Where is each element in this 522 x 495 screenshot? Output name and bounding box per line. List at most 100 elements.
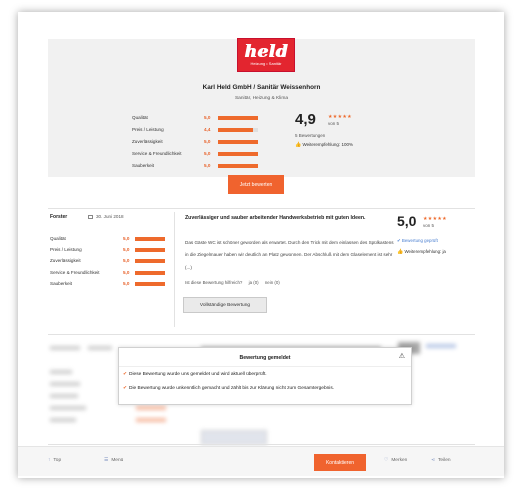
criteria-row: Zuverlässigkeit 5,0 [132,137,282,149]
criteria-bar [218,116,258,120]
summary-recommendation-text: Weiterempfehlung: 100% [302,142,353,147]
full-review-button[interactable]: Vollständige Bewertung [183,297,267,313]
criteria-label: Qualität [50,236,66,241]
criteria-label: Qualität [132,115,148,120]
share-icon: ⋖ [431,458,436,463]
notice-message: ✔ Die Bewertung wurde unkenntlich gemacht… [123,386,334,391]
criteria-row: Zuverlässigkeit 5,0 [50,256,170,267]
criteria-value: 5,0 [123,280,130,286]
review-date-text: 30. Juni 2018 [96,214,124,219]
criteria-label: Service & Freundlichkeit [50,269,100,275]
review-criteria-list: Qualität 5,0 Preis / Leistung 5,0 Zuverlässi… [50,234,170,290]
notice-message-text: Diese Bewertung wurde uns gemeldet und w… [129,372,267,377]
criteria-value: 5,0 [204,163,211,168]
remember-button[interactable]: ♡ Merken [384,458,407,463]
separator [48,444,475,445]
helpful-yes-link[interactable]: ja (0) [249,280,259,285]
menu-label: Menü [111,458,124,463]
remember-label: Merken [391,458,408,463]
company-logo: held Heizung • Sanitär [237,38,295,72]
top-label: Top [53,458,62,463]
criteria-row: Sauberkeit 5,0 [132,161,282,173]
summary-score-scale: von 5 [328,121,340,126]
logo-subtitle: Heizung • Sanitär [250,61,282,66]
bottom-action-bar: ↑ Top ☰ Menü Kontaktieren ♡ Merken ⋖ Teilen [18,446,504,476]
summary-criteria-list: Qualität 5,0 Preis / Leistung 4,4 Zuverlässi… [132,113,282,173]
checkmark-icon: ✔ [397,238,401,243]
criteria-bar-fill [218,140,258,144]
blur-block [50,418,76,422]
notice-title: Bewertung gemeldet [239,355,291,361]
arrow-up-icon: ↑ [48,458,51,463]
helpful-question: Ist diese Bewertung hilfreich? [185,280,243,285]
review-stars-icon: ★★★★★ [423,216,447,222]
criteria-bar [135,270,165,275]
notice-message: ✔ Diese Bewertung wurde uns gemeldet und … [123,372,267,377]
criteria-bar [135,248,165,253]
calendar-icon [88,214,93,219]
summary-stars-icon: ★★★★★ [328,114,352,120]
page-frame: held Heizung • Sanitär Karl Held GmbH / … [18,12,504,478]
criteria-bar [218,140,258,144]
criteria-bar-fill [135,270,165,275]
checkmark-icon: ✔ [123,372,128,377]
blur-block [136,406,166,410]
thumbs-up-icon: 👍 [397,249,404,255]
criteria-row: Qualität 5,0 [132,113,282,125]
criteria-value: 5,0 [123,236,130,241]
blur-block [201,430,267,445]
criteria-bar-fill [218,116,258,120]
criteria-bar-fill [218,164,258,168]
review-verified-text: Bewertung geprüft [401,238,438,243]
review-date: 30. Juni 2018 [88,214,124,219]
review-score-value: 5,0 [397,213,417,229]
review-recommendation-text: Weiterempfehlung: ja [404,249,446,254]
company-subtitle: Sanitär, Heizung & Klima [234,96,289,101]
criteria-value: 5,0 [123,258,130,264]
separator [48,208,475,209]
criteria-label: Sauberkeit [132,163,154,168]
top-button[interactable]: ↑ Top [48,458,61,463]
share-button[interactable]: ⋖ Teilen [431,458,451,463]
criteria-bar [135,259,165,264]
helpful-no-link[interactable]: nein (0) [265,280,280,285]
notice-divider [119,366,411,367]
blur-block [50,406,86,410]
review-divider [174,212,175,327]
company-name: Karl Held GmbH / Sanitär Weissenhorn [202,84,321,91]
blur-block [88,346,112,350]
criteria-value: 5,0 [204,115,211,120]
criteria-bar-fill [135,281,165,286]
criteria-value: 4,4 [204,127,211,132]
criteria-label: Zuverlässigkeit [132,139,163,144]
criteria-label: Sauberkeit [50,280,72,286]
criteria-bar [135,281,165,286]
summary-score-value: 4,9 [295,111,316,128]
notice-message-text: Die Bewertung wurde unkenntlich gemacht … [129,386,335,391]
review-verified[interactable]: ✔ Bewertung geprüft [397,238,438,244]
summary-review-count[interactable]: 5 Bewertungen [295,133,325,138]
review-recommendation: 👍 Weiterempfehlung: ja [397,249,446,255]
criteria-label: Zuverlässigkeit [50,258,81,264]
criteria-label: Preis / Leistung [132,127,164,132]
criteria-label: Service & Freundlichkeit [132,151,182,156]
review-score-scale: von 5 [423,223,435,228]
report-notice: Bewertung gemeldet ⚠ ✔ Diese Bewertung wu… [118,347,412,405]
menu-icon: ☰ [104,458,109,463]
write-review-button[interactable]: Jetzt bewerten [228,175,284,194]
criteria-bar-fill [135,248,165,253]
criteria-bar-fill [135,259,165,264]
contact-button[interactable]: Kontaktieren [314,454,366,471]
criteria-bar [218,128,258,132]
review-text: Das Gäste WC ist schöner geworden als er… [185,240,394,270]
criteria-row: Sauberkeit 5,0 [50,279,170,290]
blur-block [50,382,80,386]
criteria-bar [218,164,258,168]
menu-button[interactable]: ☰ Menü [104,458,123,463]
summary-recommendation: 👍 Weiterempfehlung: 100% [295,142,353,148]
company-header-card: held Heizung • Sanitär Karl Held GmbH / … [48,38,475,177]
blur-block [50,346,80,350]
criteria-row: Service & Freundlichkeit 5,0 [132,149,282,161]
criteria-row: Preis / Leistung 4,4 [132,125,282,137]
thumbs-up-icon: 👍 [295,142,302,148]
